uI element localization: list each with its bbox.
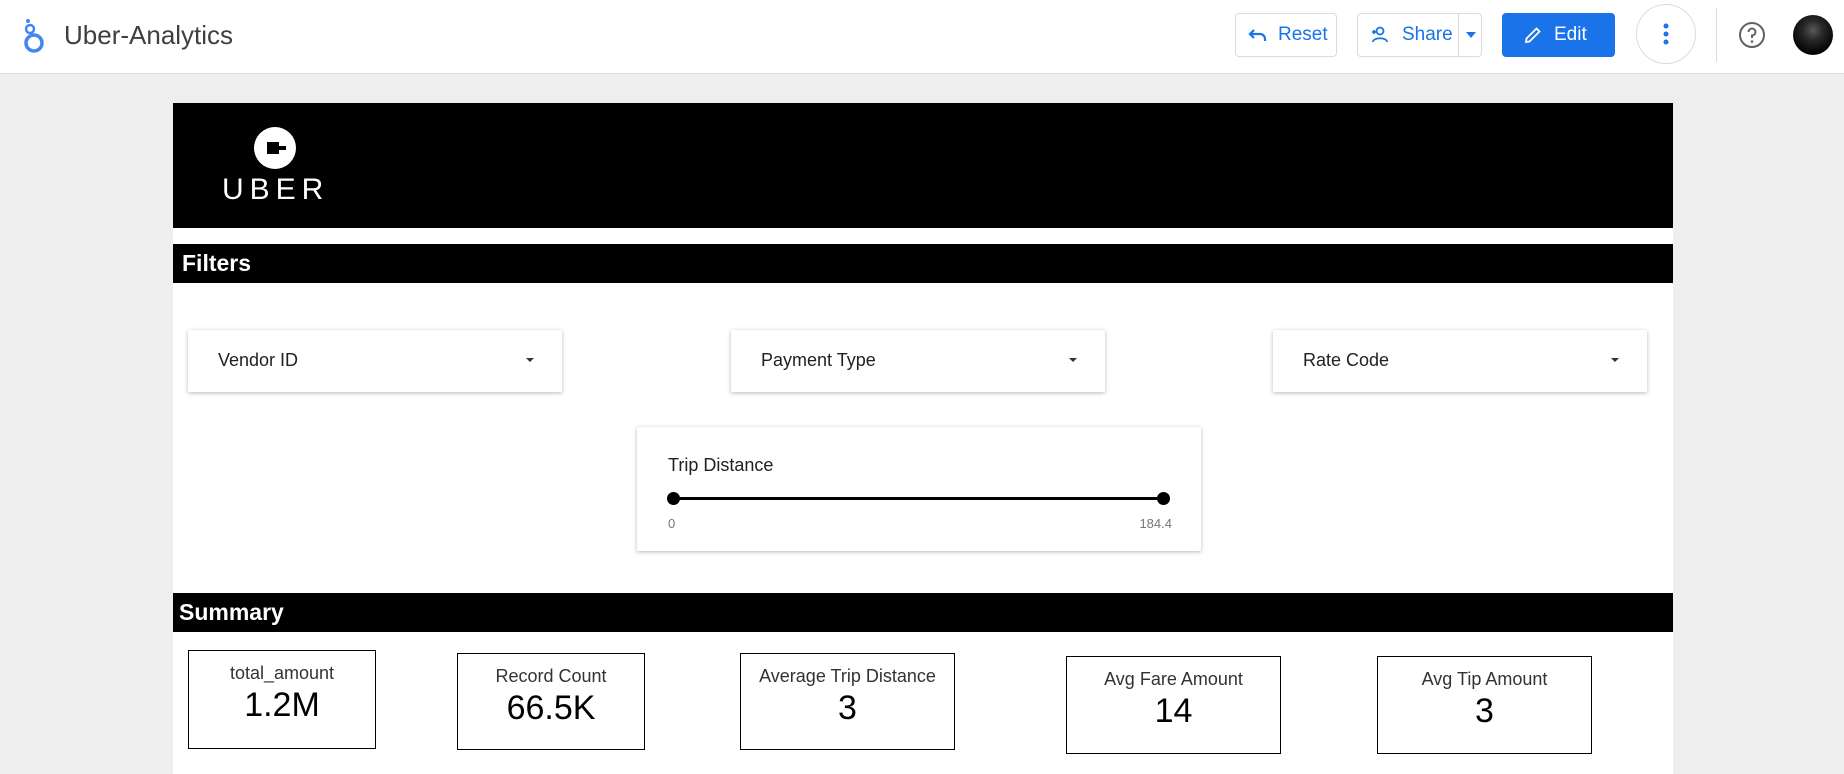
help-circle-icon[interactable]	[1737, 20, 1767, 50]
kpi-record-count: Record Count 66.5K	[457, 653, 645, 750]
trip-distance-min-handle[interactable]	[667, 492, 680, 505]
trip-distance-max-value: 184.4	[1139, 516, 1172, 531]
trip-distance-max-handle[interactable]	[1157, 492, 1170, 505]
trip-distance-label: Trip Distance	[668, 455, 774, 475]
vendor-id-filter-label: Vendor ID	[218, 350, 299, 370]
kpi-label: Average Trip Distance	[759, 666, 936, 686]
payment-type-filter-label: Payment Type	[761, 350, 876, 370]
report-title: Uber-Analytics	[64, 20, 234, 50]
toolbar-divider	[1716, 8, 1717, 62]
share-options-dropdown[interactable]	[1458, 13, 1482, 57]
reset-button-label: Reset	[1278, 24, 1328, 45]
kpi-value: 66.5K	[506, 689, 596, 727]
edit-button[interactable]: Edit	[1502, 13, 1615, 57]
kpi-value: 3	[1475, 692, 1494, 730]
kpi-label: Avg Fare Amount	[1104, 669, 1243, 689]
uber-banner: UBER	[173, 103, 1673, 228]
edit-button-label: Edit	[1554, 24, 1587, 45]
report-canvas: UBER Filters Vendor ID Payment Type Rate…	[173, 103, 1673, 774]
kpi-label: total_amount	[229, 663, 335, 683]
kpi-average-trip-distance: Average Trip Distance 3	[740, 653, 955, 750]
kpi-avg-tip-amount: Avg Tip Amount 3	[1377, 656, 1592, 754]
kpi-value: 3	[838, 689, 857, 727]
rate-code-filter-label: Rate Code	[1303, 350, 1390, 370]
kpi-value: 1.2M	[244, 686, 320, 724]
share-button-label: Share	[1402, 24, 1453, 45]
person-add-icon	[1372, 26, 1388, 43]
kpi-total-amount: total_amount 1.2M	[188, 650, 376, 749]
filters-heading: Filters	[173, 244, 1673, 283]
kpi-label: Avg Tip Amount	[1421, 669, 1548, 689]
vendor-id-filter[interactable]: Vendor ID	[188, 330, 562, 392]
looker-studio-logo-icon[interactable]	[18, 18, 48, 54]
payment-type-filter[interactable]: Payment Type	[731, 330, 1105, 392]
kpi-label: Record Count	[495, 666, 607, 686]
trip-distance-slider-card: Trip Distance 0 184.4	[637, 427, 1201, 551]
summary-heading: Summary	[173, 593, 1673, 632]
pencil-icon	[1524, 27, 1541, 44]
kpi-value: 14	[1154, 692, 1193, 730]
kpi-avg-fare-amount: Avg Fare Amount 14	[1066, 656, 1281, 754]
trip-distance-min-value: 0	[668, 516, 676, 531]
user-avatar[interactable]	[1793, 15, 1833, 55]
undo-icon	[1248, 29, 1267, 41]
more-vert-icon	[1663, 23, 1669, 45]
uber-wordmark: UBER	[222, 173, 330, 206]
trip-distance-track[interactable]	[674, 497, 1164, 500]
caret-down-icon	[1465, 32, 1476, 38]
rate-code-filter[interactable]: Rate Code	[1273, 330, 1647, 392]
more-options-button[interactable]	[1636, 4, 1696, 64]
caret-down-icon	[1069, 358, 1077, 362]
caret-down-icon	[526, 358, 534, 362]
top-app-bar: Uber-Analytics Reset Share Edit	[0, 0, 1844, 74]
reset-button[interactable]: Reset	[1235, 13, 1337, 57]
caret-down-icon	[1611, 358, 1619, 362]
uber-logo-icon	[254, 127, 296, 169]
